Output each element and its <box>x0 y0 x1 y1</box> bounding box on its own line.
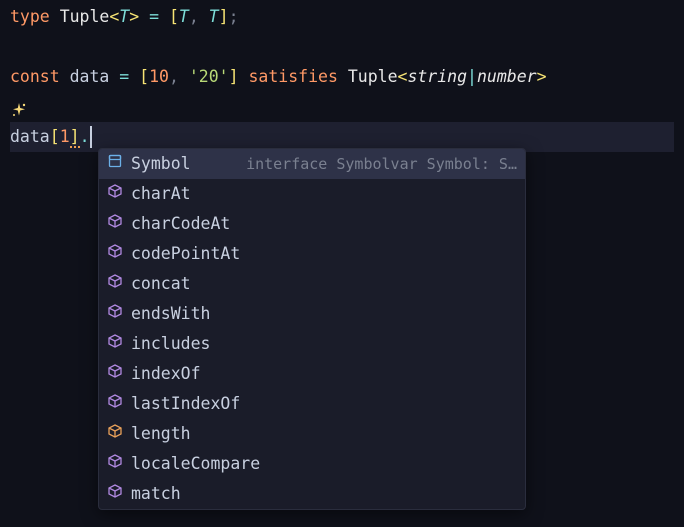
autocomplete-popup[interactable]: Symbol interface Symbolvar Symbol: S… char… <box>98 148 526 510</box>
autocomplete-item[interactable]: endsWith <box>99 299 525 329</box>
comma: , <box>189 7 209 26</box>
autocomplete-label: charAt <box>131 179 191 209</box>
autocomplete-item[interactable]: charCodeAt <box>99 209 525 239</box>
field-icon <box>107 419 123 449</box>
method-icon <box>107 299 123 329</box>
string-literal: '20' <box>189 67 229 86</box>
sparkle-icon <box>10 99 28 117</box>
index-bracket-close: ] <box>70 127 80 148</box>
angle-open: < <box>398 67 408 86</box>
method-icon <box>107 269 123 299</box>
array-bracket-open: [ <box>139 67 149 86</box>
method-icon <box>107 479 123 509</box>
autocomplete-item[interactable]: length <box>99 419 525 449</box>
autocomplete-label: length <box>131 419 191 449</box>
autocomplete-label: match <box>131 479 181 509</box>
keyword-satisfies: satisfies <box>248 67 337 86</box>
type-ref: Tuple <box>348 67 398 86</box>
autocomplete-item[interactable]: lastIndexOf <box>99 389 525 419</box>
text-cursor <box>90 126 92 148</box>
variable-ref: data <box>10 127 50 146</box>
code-line-3: const data = [10, '20'] satisfies Tuple<… <box>10 62 674 92</box>
code-editor[interactable]: type Tuple<T> = [T, T]; const data = [10… <box>0 0 684 154</box>
autocomplete-item[interactable]: charAt <box>99 179 525 209</box>
equals: = <box>109 67 139 86</box>
autocomplete-item[interactable]: indexOf <box>99 359 525 389</box>
square-bracket-open: [ <box>169 7 179 26</box>
union-pipe: | <box>467 67 477 86</box>
method-icon <box>107 329 123 359</box>
semicolon: ; <box>229 7 239 26</box>
autocomplete-item[interactable]: includes <box>99 329 525 359</box>
type-number: number <box>477 67 537 86</box>
code-line-2-empty <box>10 32 674 62</box>
autocomplete-label: Symbol <box>131 149 191 179</box>
array-bracket-close: ] <box>229 67 239 86</box>
autocomplete-item[interactable]: codePointAt <box>99 239 525 269</box>
method-icon <box>107 209 123 239</box>
method-icon <box>107 239 123 269</box>
autocomplete-label: indexOf <box>131 359 201 389</box>
code-line-1: type Tuple<T> = [T, T]; <box>10 2 674 32</box>
angle-bracket-open: < <box>109 7 119 26</box>
interface-icon <box>107 149 123 179</box>
generic-param: T <box>119 7 129 26</box>
keyword-type: type <box>10 7 50 26</box>
method-icon <box>107 449 123 479</box>
type-var-2: T <box>209 7 219 26</box>
code-line-4-sparkle <box>10 92 674 122</box>
equals: = <box>139 7 169 26</box>
type-string: string <box>407 67 467 86</box>
index-number: 1 <box>60 127 70 146</box>
autocomplete-label: endsWith <box>131 299 210 329</box>
comma: , <box>169 67 189 86</box>
angle-close: > <box>537 67 547 86</box>
variable-name: data <box>70 67 110 86</box>
method-icon <box>107 179 123 209</box>
autocomplete-item[interactable]: localeCompare <box>99 449 525 479</box>
autocomplete-item[interactable]: Symbol interface Symbolvar Symbol: S… <box>99 149 525 179</box>
type-identifier: Tuple <box>60 7 110 26</box>
autocomplete-label: includes <box>131 329 210 359</box>
autocomplete-label: lastIndexOf <box>131 389 240 419</box>
method-icon <box>107 359 123 389</box>
autocomplete-label: concat <box>131 269 191 299</box>
dot-operator: . <box>80 127 90 146</box>
method-icon <box>107 389 123 419</box>
angle-bracket-close: > <box>129 7 139 26</box>
type-var-1: T <box>179 7 189 26</box>
autocomplete-label: localeCompare <box>131 449 260 479</box>
keyword-const: const <box>10 67 60 86</box>
autocomplete-item[interactable]: match <box>99 479 525 509</box>
autocomplete-item[interactable]: concat <box>99 269 525 299</box>
autocomplete-detail: interface Symbolvar Symbol: S… <box>226 151 517 178</box>
autocomplete-label: charCodeAt <box>131 209 230 239</box>
number-literal: 10 <box>149 67 169 86</box>
autocomplete-label: codePointAt <box>131 239 240 269</box>
index-bracket-open: [ <box>50 127 60 146</box>
square-bracket-close: ] <box>219 7 229 26</box>
